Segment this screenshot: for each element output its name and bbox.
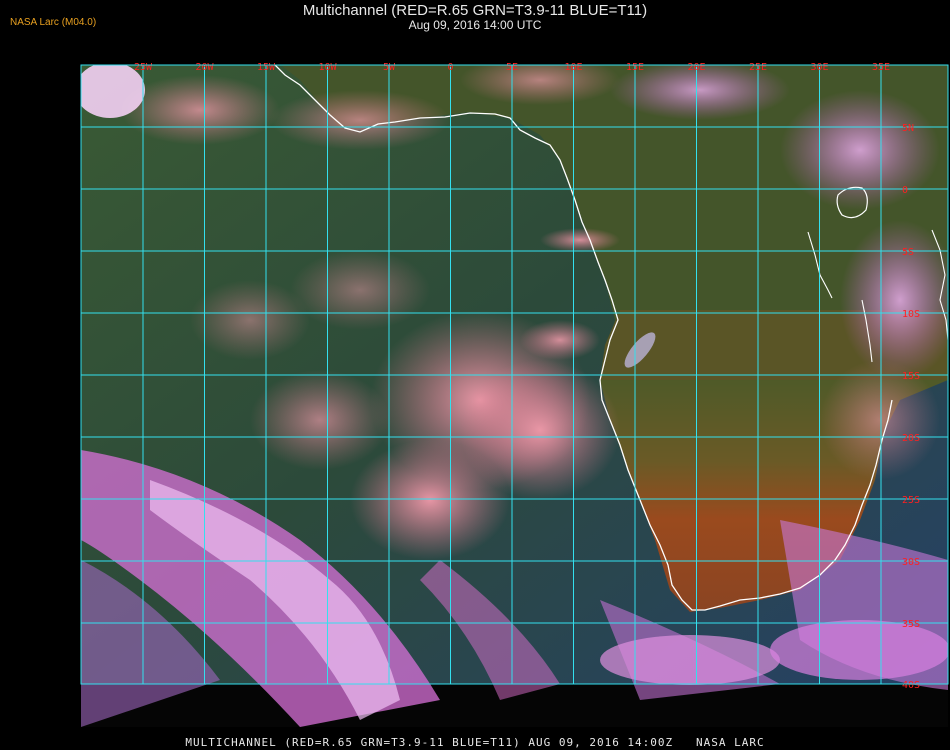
- longitude-label: 15W: [257, 62, 276, 73]
- footer-caption: MULTICHANNEL (RED=R.65 GRN=T3.9-11 BLUE=…: [185, 736, 765, 749]
- longitude-label: 10E: [564, 62, 582, 73]
- longitude-label: 30E: [810, 62, 828, 73]
- longitude-label: 25W: [134, 62, 153, 73]
- longitude-label: 15E: [626, 62, 644, 73]
- latitude-label: 0: [902, 185, 908, 196]
- latitude-label: 10S: [902, 309, 920, 320]
- latitude-label: 40S: [902, 680, 920, 691]
- longitude-label: 25E: [749, 62, 767, 73]
- latitude-label: 5S: [902, 247, 914, 258]
- latitude-label: 15S: [902, 371, 920, 382]
- longitude-label: 10W: [318, 62, 337, 73]
- longitude-label: 5W: [383, 62, 396, 73]
- longitude-label: 35E: [872, 62, 890, 73]
- longitude-label: 20W: [195, 62, 214, 73]
- longitude-label: 0: [447, 62, 453, 73]
- satellite-map: 25W 20W 15W 10W 5W 0 5E 10E 15E 20E 25E 30E 35E 5N 0 5S…: [80, 62, 949, 727]
- latitude-label: 30S: [902, 557, 920, 568]
- latitude-label: 25S: [902, 495, 920, 506]
- latitude-label: 20S: [902, 433, 920, 444]
- longitude-label: 5E: [506, 62, 518, 73]
- latitude-label: 5N: [902, 123, 914, 134]
- latitude-label: 35S: [902, 619, 920, 630]
- longitude-label: 20E: [687, 62, 705, 73]
